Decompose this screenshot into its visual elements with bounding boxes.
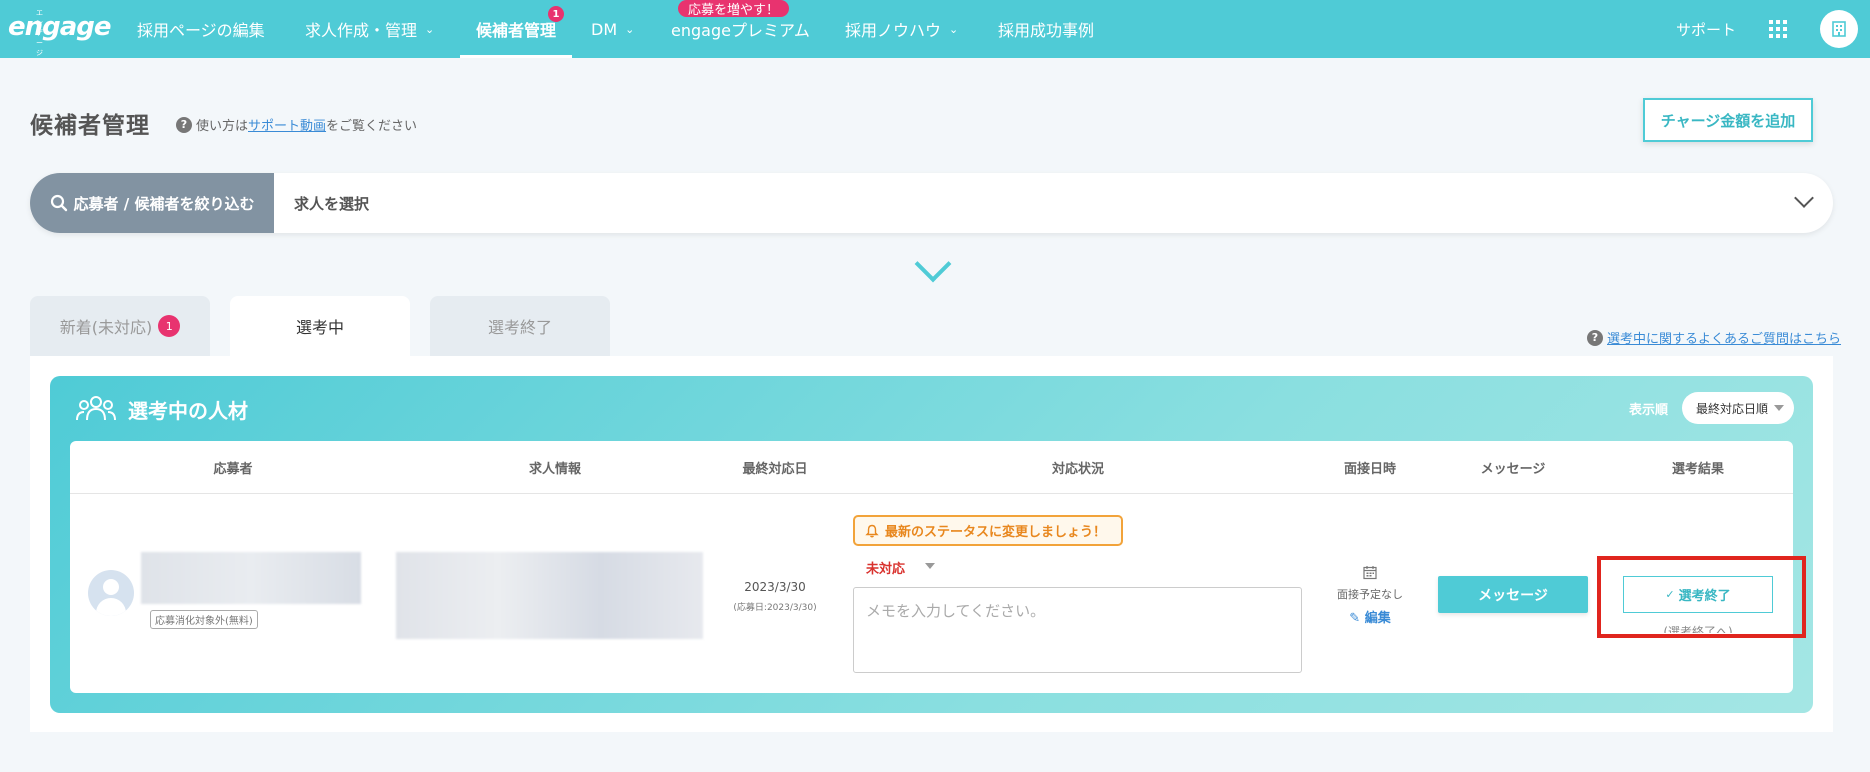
- applied-date: (応募日:2023/3/30): [733, 603, 817, 613]
- sort-value: 最終対応日順: [1696, 401, 1769, 416]
- nav-item-label: engageプレミアム: [671, 21, 810, 40]
- column-header-message: メッセージ: [1480, 462, 1546, 477]
- grid-menu-icon[interactable]: [1769, 20, 1787, 38]
- faq-link-text[interactable]: 選考中に関するよくあるご質問はこちら: [1607, 328, 1841, 347]
- column-header-applicant: 応募者: [213, 462, 253, 477]
- avatar[interactable]: [88, 570, 134, 616]
- question-icon: ?: [176, 116, 192, 133]
- memo-textarea[interactable]: メモを入力してください。: [853, 587, 1302, 673]
- notification-badge: 1: [548, 6, 565, 22]
- tab-selection-ended[interactable]: 選考終了: [430, 296, 610, 356]
- nav-item-candidates[interactable]: 候補者管理 1: [459, 0, 573, 58]
- logo-word: engage: [8, 12, 112, 42]
- nav-item-premium[interactable]: engageプレミアム: [671, 0, 810, 58]
- tab-in-selection[interactable]: 選考中: [230, 296, 410, 356]
- tab-new-unhandled[interactable]: 新着(未対応) 1: [30, 296, 210, 356]
- column-header-interview-date: 面接日時: [1343, 462, 1397, 477]
- support-link[interactable]: サポート: [1676, 0, 1736, 58]
- add-charge-button[interactable]: チャージ金額を追加: [1643, 98, 1813, 142]
- tab-label: 選考中: [295, 318, 344, 337]
- help-suffix: をご覧ください: [326, 119, 418, 134]
- message-button[interactable]: メッセージ: [1438, 576, 1588, 613]
- search-icon: [50, 194, 67, 212]
- page-title: 候補者管理: [30, 113, 150, 139]
- exempt-tag: 応募消化対象外(無料): [150, 610, 258, 629]
- expand-filter-chevron-icon[interactable]: [914, 245, 952, 283]
- status-select[interactable]: 未対応: [866, 558, 905, 577]
- nav-item-dm[interactable]: DM ⌄: [591, 0, 634, 58]
- column-header-status: 対応状況: [1051, 462, 1105, 477]
- chevron-down-icon: ⌄: [625, 22, 635, 36]
- filter-candidates-button[interactable]: 応募者 / 候補者を絞り込む: [30, 173, 274, 233]
- column-header-result: 選考結果: [1671, 462, 1725, 477]
- sort-order-select[interactable]: 最終対応日順: [1682, 392, 1794, 424]
- edit-label: 編集: [1364, 611, 1391, 626]
- support-video-link[interactable]: サポート動画: [248, 115, 326, 134]
- question-icon: ?: [1587, 329, 1603, 346]
- chevron-down-icon[interactable]: [1794, 188, 1814, 208]
- chevron-down-icon: ⌄: [949, 22, 959, 36]
- nav-item-label: 採用成功事例: [998, 21, 1095, 40]
- chevron-down-icon: ⌄: [425, 22, 435, 36]
- applicant-name-blurred[interactable]: [141, 552, 361, 604]
- account-button[interactable]: [1820, 10, 1858, 48]
- dropdown-arrow-icon: [1774, 405, 1784, 411]
- filter-button-label: 応募者 / 候補者を絞り込む: [73, 194, 255, 213]
- job-select-dropdown[interactable]: 求人を選択: [294, 173, 369, 233]
- tab-label: 新着(未対応): [59, 318, 153, 337]
- job-info-blurred[interactable]: [396, 552, 703, 639]
- people-icon: [76, 396, 116, 421]
- nav-item-label: 求人作成・管理: [305, 21, 418, 40]
- bell-icon: [865, 524, 879, 537]
- interview-status: 面接予定なし: [1337, 588, 1403, 601]
- nav-item-job-management[interactable]: 求人作成・管理 ⌄: [305, 0, 434, 58]
- tab-label: 選考終了: [487, 318, 552, 337]
- nav-item-success-stories[interactable]: 採用成功事例: [998, 0, 1094, 58]
- status-alert: 最新のステータスに変更しましょう！: [853, 515, 1123, 546]
- table-header-divider: [70, 493, 1793, 494]
- tab-count-badge: 1: [158, 315, 181, 337]
- last-action-date: 2023/3/30: [744, 580, 806, 594]
- panel-title: 選考中の人材: [76, 394, 248, 424]
- status-alert-text: 最新のステータスに変更しましょう！: [885, 525, 1107, 540]
- panel-title-text: 選考中の人材: [128, 398, 248, 423]
- nav-item-label: DM: [591, 19, 618, 39]
- column-header-job-info: 求人情報: [528, 462, 582, 477]
- filter-bar: 応募者 / 候補者を絞り込む 求人を選択: [30, 173, 1833, 233]
- column-header-last-action-date: 最終対応日: [742, 462, 808, 477]
- nav-item-label: 候補者管理: [476, 21, 557, 40]
- dropdown-arrow-icon[interactable]: [925, 563, 935, 569]
- edit-interview-link[interactable]: ✎ 編集: [1349, 607, 1390, 626]
- sort-label: 表示順: [1629, 403, 1669, 418]
- nav-item-career-page[interactable]: 採用ページの編集: [137, 0, 265, 58]
- nav-item-label: 採用ページの編集: [137, 21, 265, 40]
- highlight-annotation-box: [1597, 556, 1806, 638]
- building-icon: [1832, 21, 1846, 37]
- faq-link[interactable]: ? 選考中に関するよくあるご質問はこちら: [1587, 328, 1841, 347]
- nav-item-label: 採用ノウハウ: [845, 21, 942, 40]
- calendar-icon: [1363, 566, 1377, 580]
- nav-item-knowhow[interactable]: 採用ノウハウ ⌄: [845, 0, 958, 58]
- pencil-icon: ✎: [1349, 611, 1361, 626]
- help-note: ? 使い方は サポート動画 をご覧ください: [176, 115, 417, 134]
- help-prefix: 使い方は: [196, 119, 249, 134]
